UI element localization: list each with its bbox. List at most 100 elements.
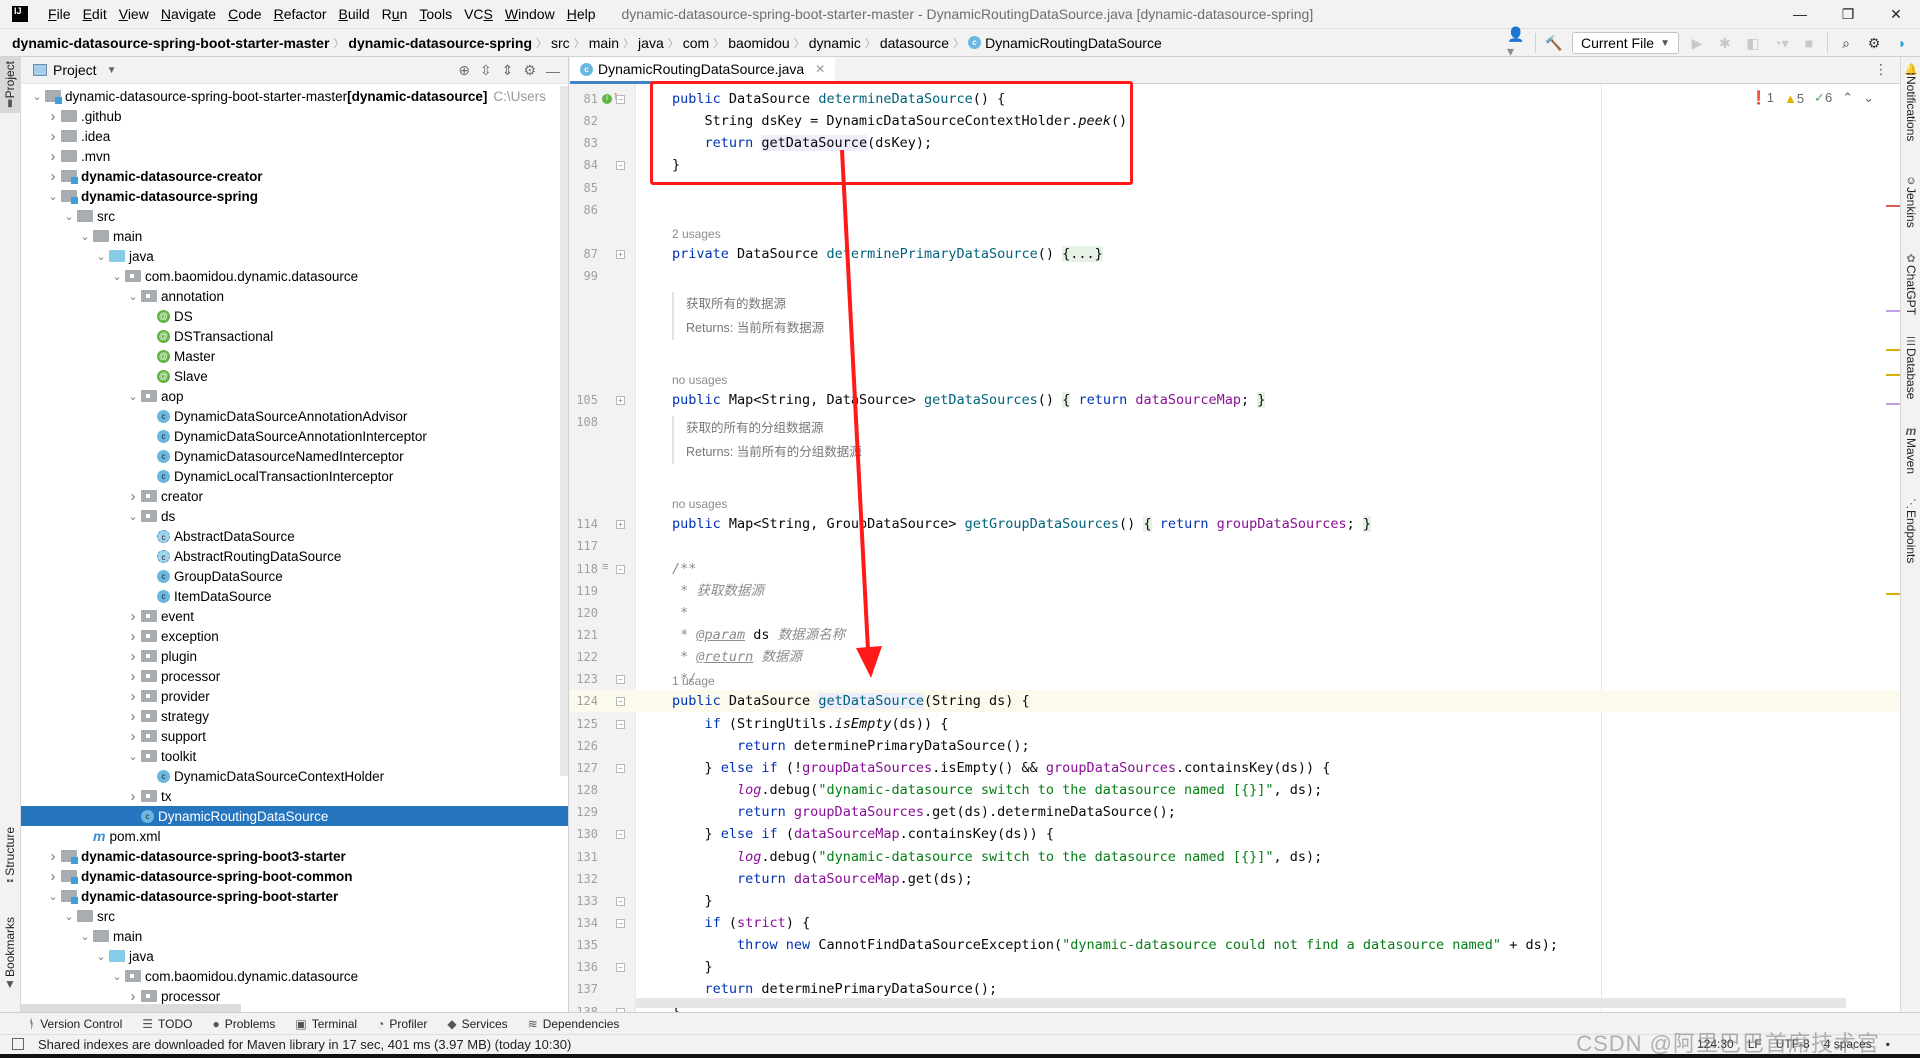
tree-item[interactable]: › tx	[21, 786, 568, 806]
collapse-fold-icon[interactable]: −	[616, 675, 625, 685]
profile-icon[interactable]: ◔▾	[1771, 33, 1791, 53]
status-message[interactable]: Shared indexes are downloaded for Maven …	[38, 1037, 571, 1052]
line-number[interactable]: 127	[570, 761, 598, 775]
close-window-button[interactable]: ✕	[1872, 0, 1920, 28]
settings-gear-icon[interactable]: ⚙	[1864, 33, 1884, 53]
chevron-down-icon[interactable]: ⌄	[77, 930, 93, 943]
jenkins-tool-button[interactable]: ☺ Jenkins	[1901, 175, 1920, 228]
tool-problems[interactable]: ● Problems	[212, 1017, 275, 1031]
line-number[interactable]: 119	[570, 584, 598, 598]
project-panel-title[interactable]: Project	[53, 62, 97, 78]
line-number[interactable]: 105	[570, 393, 598, 407]
intellij-logo-icon[interactable]: IJ	[12, 6, 28, 22]
chatgpt-tool-button[interactable]: ✿ ChatGPT	[1901, 252, 1920, 315]
inspections-widget[interactable]: ❗1 ▲5 ✓6 ⌃ ⌄	[1751, 90, 1874, 106]
collapse-fold-icon[interactable]: −	[616, 564, 625, 574]
chevron-down-icon[interactable]: ⌄	[45, 890, 61, 903]
line-number[interactable]: 129	[570, 805, 598, 819]
collapse-fold-icon[interactable]: −	[616, 719, 625, 729]
collapse-fold-icon[interactable]: −	[616, 830, 625, 840]
chevron-down-icon[interactable]: ▼	[107, 65, 117, 76]
project-tool-button[interactable]: Project ▮	[0, 57, 20, 113]
structure-tool-button[interactable]: Structure ▪▪	[0, 827, 20, 887]
expand-fold-icon[interactable]: +	[616, 396, 625, 406]
tree-item[interactable]: ⌄ dynamic-datasource-spring	[21, 186, 568, 206]
stop-icon[interactable]: ■	[1799, 33, 1819, 53]
tree-item[interactable]: ⌄ src	[21, 906, 568, 926]
chevron-right-icon[interactable]: ›	[125, 668, 141, 685]
restore-button[interactable]: ❐	[1824, 0, 1872, 28]
tool-services[interactable]: ◆ Services	[447, 1017, 507, 1031]
line-number[interactable]: 81	[570, 92, 598, 106]
endpoints-tool-button[interactable]: ⋰ Endpoints	[1901, 497, 1920, 563]
tree-item[interactable]: › creator	[21, 486, 568, 506]
expand-fold-icon[interactable]: +	[616, 520, 625, 530]
chevron-down-icon[interactable]: ⌄	[125, 510, 141, 523]
bookmarks-tool-button[interactable]: Bookmarks ▼	[0, 917, 20, 991]
tree-item[interactable]: › dynamic-datasource-spring-boot-common	[21, 866, 568, 886]
chevron-down-icon[interactable]: ⌄	[125, 390, 141, 403]
menu-file[interactable]: File	[42, 6, 77, 22]
line-number[interactable]: 123	[570, 672, 598, 686]
chevron-right-icon[interactable]: ›	[125, 488, 141, 505]
code-editor[interactable]: ❗1 ▲5 ✓6 ⌃ ⌄ public DataSource determine…	[636, 84, 1900, 1012]
line-number[interactable]: 132	[570, 872, 598, 886]
line-number[interactable]: 87	[570, 247, 598, 261]
line-number[interactable]: 99	[570, 269, 598, 283]
warning-count[interactable]: ▲5	[1784, 91, 1804, 106]
chevron-down-icon[interactable]: ⌄	[61, 210, 77, 223]
chevron-down-icon[interactable]: ⌄	[77, 230, 93, 243]
menu-refactor[interactable]: Refactor	[268, 6, 333, 22]
tree-item[interactable]: @ DSTransactional	[21, 326, 568, 346]
breadcrumb-item[interactable]: dynamic-datasource-spring-boot-starter-m…	[12, 35, 329, 51]
line-number[interactable]: 135	[570, 938, 598, 952]
tree-item[interactable]: c AbstractRoutingDataSource	[21, 546, 568, 566]
chevron-down-icon[interactable]: ⌄	[109, 970, 125, 983]
tree-item[interactable]: c ItemDataSource	[21, 586, 568, 606]
tree-item[interactable]: › dynamic-datasource-spring-boot3-starter	[21, 846, 568, 866]
error-count[interactable]: ❗1	[1751, 90, 1774, 106]
tree-item[interactable]: c DynamicDataSourceAnnotationAdvisor	[21, 406, 568, 426]
chevron-down-icon[interactable]: ⌄	[93, 250, 109, 263]
collapse-fold-icon[interactable]: −	[616, 918, 625, 928]
locate-file-icon[interactable]: ⊕	[458, 62, 470, 79]
marker[interactable]	[1886, 310, 1900, 312]
tree-item[interactable]: ⌄ toolkit	[21, 746, 568, 766]
chevron-down-icon[interactable]: ⌄	[61, 910, 77, 923]
tree-item[interactable]: › plugin	[21, 646, 568, 666]
toggle-tool-windows-icon[interactable]	[12, 1038, 24, 1050]
tree-item[interactable]: ⌄ main	[21, 226, 568, 246]
tree-item[interactable]: ⌄ src	[21, 206, 568, 226]
line-number[interactable]: 82	[570, 114, 598, 128]
line-number[interactable]: 134	[570, 916, 598, 930]
weak-warning-count[interactable]: ✓6	[1814, 90, 1832, 106]
settings-gear-icon[interactable]: ⚙	[523, 62, 536, 79]
menu-navigate[interactable]: Navigate	[155, 6, 222, 22]
menu-tools[interactable]: Tools	[413, 6, 458, 22]
chevron-right-icon[interactable]: ›	[45, 128, 61, 145]
tree-item[interactable]: ⌄ dynamic-datasource-spring-boot-starter-…	[21, 86, 568, 106]
hide-panel-icon[interactable]: —	[546, 63, 560, 79]
tree-item[interactable]: › processor	[21, 986, 568, 1006]
chevron-right-icon[interactable]: ›	[45, 848, 61, 865]
breadcrumb-item[interactable]: java	[638, 35, 664, 51]
tool-version-control[interactable]: ᚬ Version Control	[28, 1017, 122, 1031]
menu-vcs[interactable]: VCS	[458, 6, 499, 22]
tool-dependencies[interactable]: ≋ Dependencies	[528, 1017, 620, 1031]
rendered-javadoc[interactable]: 获取的所有的分组数据源 Returns: 当前所有的分组数据源	[672, 415, 862, 464]
menu-view[interactable]: View	[113, 6, 155, 22]
line-number[interactable]: 118	[570, 562, 598, 576]
search-icon[interactable]: ⌕	[1836, 33, 1856, 53]
line-number[interactable]: 124	[570, 694, 598, 708]
tree-item[interactable]: › event	[21, 606, 568, 626]
collapse-fold-icon[interactable]: −	[616, 161, 625, 171]
line-number[interactable]: 121	[570, 628, 598, 642]
tree-item[interactable]: ⌄ com.baomidou.dynamic.datasource	[21, 966, 568, 986]
line-number[interactable]: 125	[570, 717, 598, 731]
chevron-right-icon[interactable]: ›	[125, 728, 141, 745]
tree-item[interactable]: c DynamicDataSourceContextHolder	[21, 766, 568, 786]
breadcrumb-item[interactable]: dynamic-datasource-spring	[348, 35, 532, 51]
line-number[interactable]: 126	[570, 739, 598, 753]
chevron-down-icon[interactable]: ⌄	[45, 190, 61, 203]
tree-item[interactable]: › .github	[21, 106, 568, 126]
